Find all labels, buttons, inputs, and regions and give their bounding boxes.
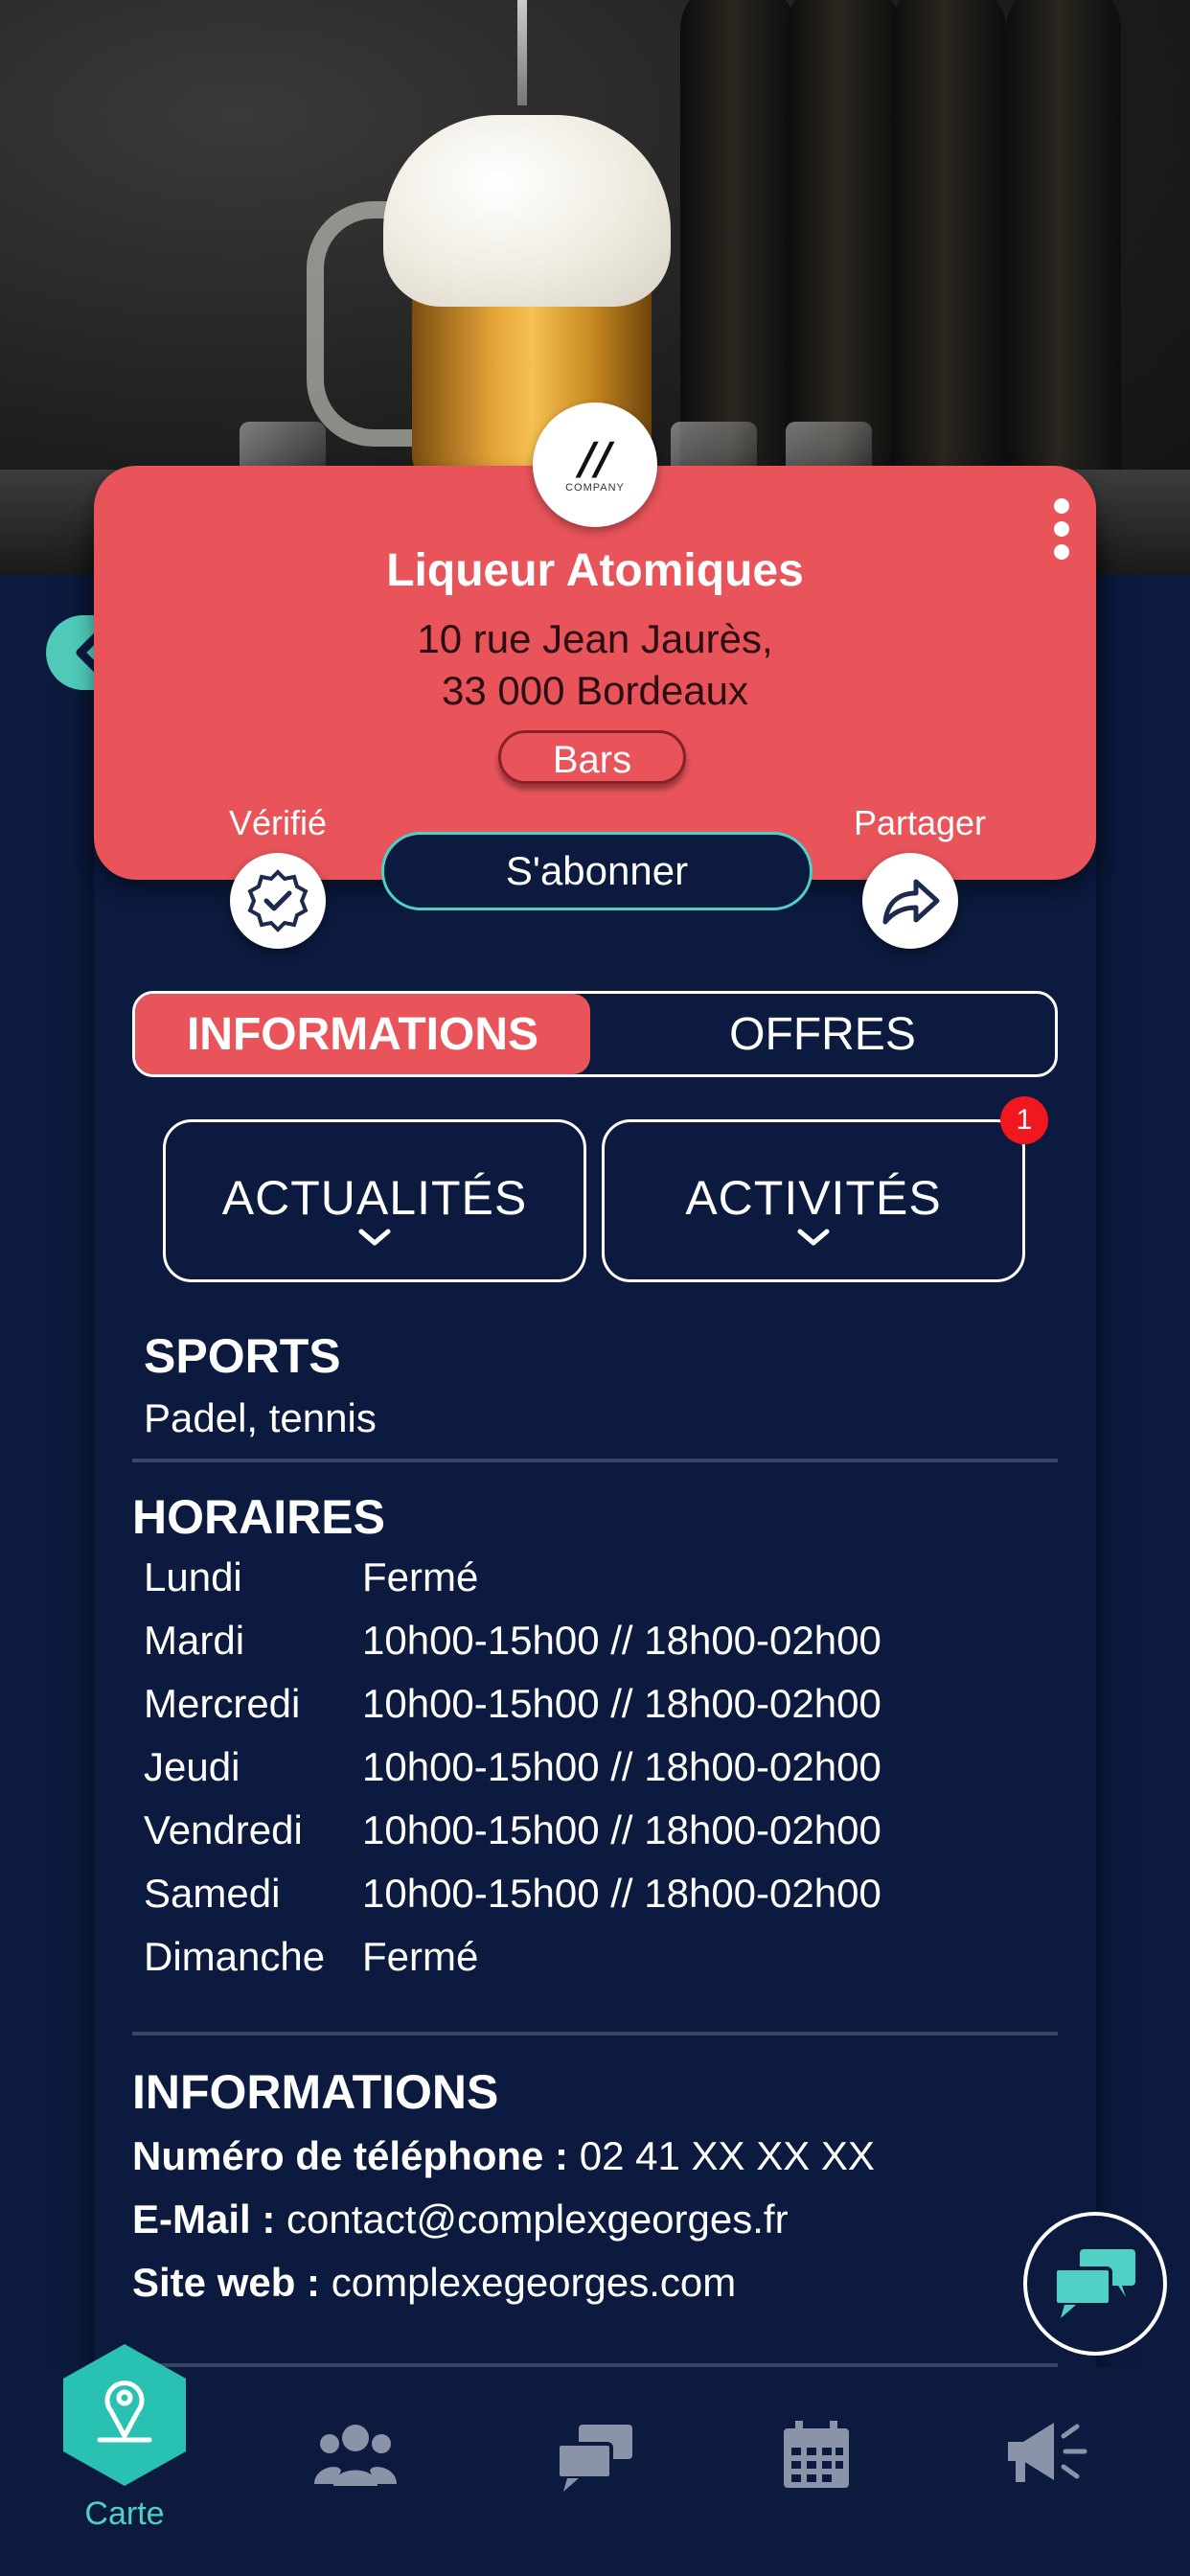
tab-switcher: INFORMATIONS OFFRES	[132, 991, 1058, 1077]
day-label: Jeudi	[144, 1744, 240, 1789]
venue-name: Liqueur Atomiques	[386, 545, 804, 596]
website-line: Site web : complexegeorges.com	[132, 2260, 736, 2306]
phone-label: Numéro de téléphone :	[132, 2133, 569, 2178]
megaphone-icon	[1008, 2423, 1087, 2482]
email-value[interactable]: contact@complexgeorges.fr	[286, 2196, 789, 2242]
nav-calendar[interactable]	[778, 2417, 864, 2494]
hours-row: Dimanche Fermé	[144, 1934, 881, 1997]
sports-value: Padel, tennis	[144, 1395, 377, 1440]
notification-badge: 1	[1000, 1096, 1048, 1144]
beer-tap	[517, 0, 527, 105]
day-label: Dimanche	[144, 1934, 326, 1979]
day-hours: 10h00-15h00 // 18h00-02h00	[362, 1681, 881, 1726]
actualites-label: ACTUALITÉS	[221, 1171, 528, 1225]
share-arrow-icon	[882, 879, 940, 925]
actualites-button[interactable]: ACTUALITÉS	[163, 1119, 586, 1282]
share-label: Partager	[853, 803, 987, 842]
venue-logo: // COMPANY	[533, 402, 657, 527]
hours-row: Mercredi 10h00-15h00 // 18h00-02h00	[144, 1681, 881, 1744]
tab-offres[interactable]: OFFRES	[590, 994, 1055, 1074]
verified-button[interactable]	[230, 853, 326, 949]
verified-label: Vérifié	[228, 803, 328, 842]
day-hours: 10h00-15h00 // 18h00-02h00	[362, 1618, 881, 1663]
hours-heading: HORAIRES	[132, 1490, 385, 1544]
sports-heading: SPORTS	[144, 1329, 341, 1383]
day-label: Lundi	[144, 1554, 242, 1599]
hours-row: Jeudi 10h00-15h00 // 18h00-02h00	[144, 1744, 881, 1807]
day-hours: 10h00-15h00 // 18h00-02h00	[362, 1744, 881, 1789]
address-line-1: 10 rue Jean Jaurès,	[417, 616, 773, 661]
website-label: Site web :	[132, 2260, 321, 2305]
hours-row: Lundi Fermé	[144, 1554, 881, 1618]
logo-text: COMPANY	[565, 482, 625, 494]
day-hours: 10h00-15h00 // 18h00-02h00	[362, 1807, 881, 1852]
day-label: Samedi	[144, 1871, 281, 1916]
nav-map-label: Carte	[84, 2496, 165, 2532]
website-value[interactable]: complexegeorges.com	[332, 2260, 737, 2305]
users-icon	[314, 2425, 397, 2486]
chevron-down-icon	[358, 1229, 391, 1246]
day-hours: Fermé	[362, 1554, 479, 1599]
hours-table: Lundi Fermé Mardi 10h00-15h00 // 18h00-02h…	[144, 1554, 881, 1997]
calendar-icon	[784, 2421, 849, 2488]
share-button[interactable]	[862, 853, 958, 949]
subscribe-button[interactable]: S'abonner	[381, 832, 812, 910]
day-label: Vendredi	[144, 1807, 303, 1852]
hours-row: Mardi 10h00-15h00 // 18h00-02h00	[144, 1618, 881, 1681]
nav-announcements[interactable]	[1002, 2415, 1088, 2492]
bottle	[1006, 0, 1121, 518]
chat-button[interactable]	[1023, 2212, 1167, 2356]
day-label: Mercredi	[144, 1681, 301, 1726]
chevron-down-icon	[797, 1229, 830, 1246]
nav-messages[interactable]	[552, 2419, 638, 2496]
day-hours: 10h00-15h00 // 18h00-02h00	[362, 1871, 881, 1916]
nav-community[interactable]	[312, 2417, 399, 2494]
activites-label: ACTIVITÉS	[685, 1171, 942, 1225]
day-label: Mardi	[144, 1618, 245, 1663]
email-label: E-Mail :	[132, 2196, 276, 2242]
venue-address: 10 rue Jean Jaurès, 33 000 Bordeaux	[94, 613, 1096, 717]
nav-map-button[interactable]	[57, 2340, 192, 2490]
phone-value[interactable]: 02 41 XX XX XX	[580, 2133, 875, 2178]
chat-bubbles-icon	[1053, 2249, 1135, 2318]
address-line-2: 33 000 Bordeaux	[442, 668, 748, 713]
email-line: E-Mail : contact@complexgeorges.fr	[132, 2196, 789, 2242]
information-heading: INFORMATIONS	[132, 2065, 499, 2119]
phone-line: Numéro de téléphone : 02 41 XX XX XX	[132, 2133, 875, 2179]
hours-row: Vendredi 10h00-15h00 // 18h00-02h00	[144, 1807, 881, 1871]
chat-icon	[556, 2425, 632, 2492]
verified-badge-icon	[247, 869, 309, 932]
divider	[132, 1459, 1058, 1462]
bottle	[891, 0, 1006, 518]
tab-informations[interactable]: INFORMATIONS	[135, 994, 590, 1074]
day-hours: Fermé	[362, 1934, 479, 1979]
category-tag[interactable]: Bars	[498, 730, 686, 784]
hours-row: Samedi 10h00-15h00 // 18h00-02h00	[144, 1871, 881, 1934]
logo-mark: //	[579, 432, 611, 484]
divider	[132, 2032, 1058, 2036]
activites-button[interactable]: ACTIVITÉS	[602, 1119, 1025, 1282]
